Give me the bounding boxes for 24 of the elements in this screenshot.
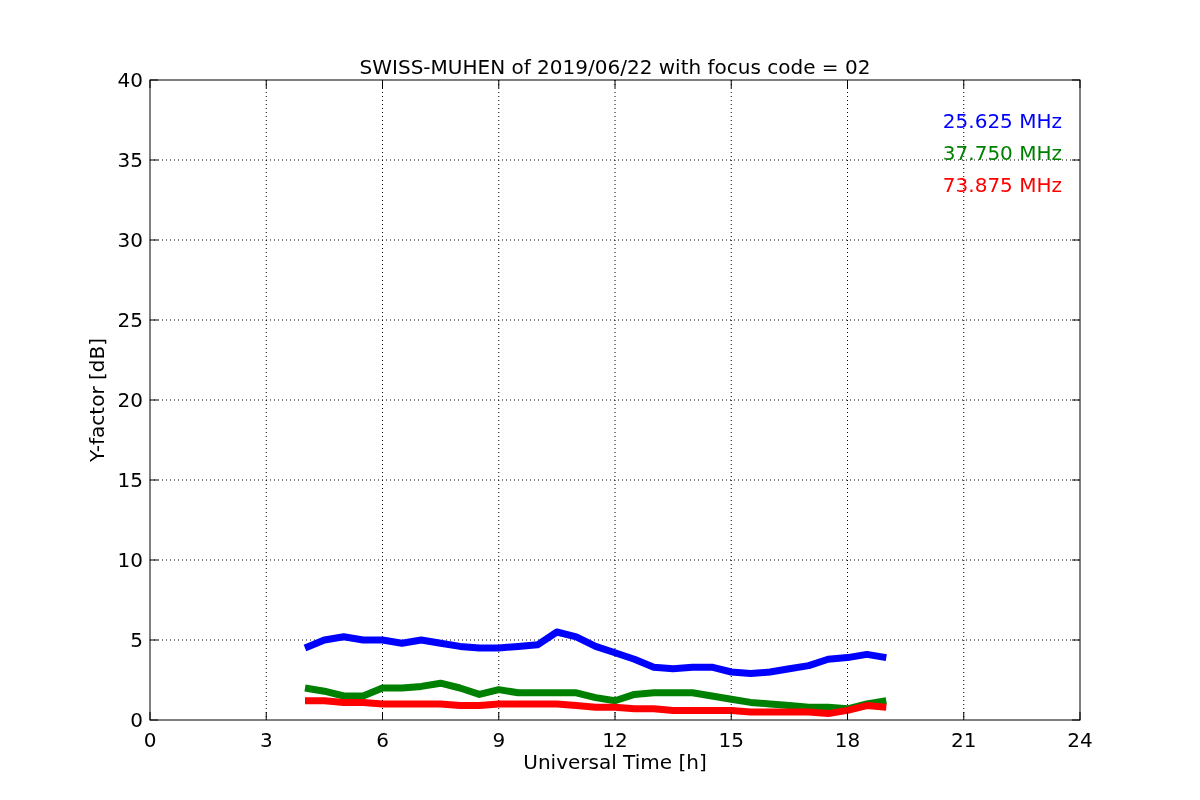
x-tick-label: 21 [951,728,977,752]
y-tick-label: 20 [117,388,143,412]
x-tick-label: 15 [718,728,744,752]
y-tick-label: 5 [130,628,143,652]
legend-label: 25.625 MHz [942,109,1062,133]
y-tick-label: 30 [117,228,143,252]
legend-label: 37.750 MHz [942,141,1062,165]
x-axis-label: Universal Time [h] [523,750,707,774]
y-tick-label: 25 [117,308,143,332]
chart-title: SWISS-MUHEN of 2019/06/22 with focus code = 02 [359,55,871,79]
y-tick-label: 0 [130,708,143,732]
x-tick-label: 12 [602,728,628,752]
y-tick-label: 40 [117,68,143,92]
x-tick-label: 3 [259,728,273,752]
x-tick-label: 6 [376,728,389,752]
x-tick-label: 18 [834,728,861,752]
x-tick-label: 9 [492,728,506,752]
y-axis-label: Y-factor [dB] [85,338,109,462]
x-tick-label: 24 [1067,728,1093,752]
y-tick-label: 35 [117,148,143,172]
x-tick-label: 0 [143,728,157,752]
y-tick-label: 15 [117,468,143,492]
y-tick-label: 10 [117,548,143,572]
legend-label: 73.875 MHz [942,173,1062,197]
